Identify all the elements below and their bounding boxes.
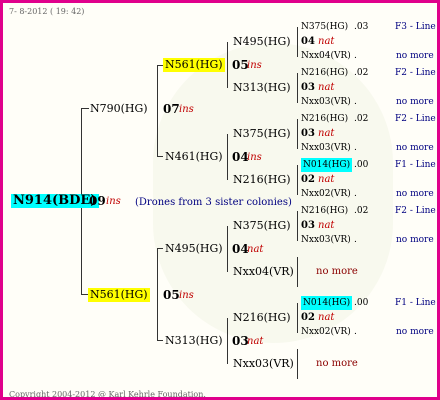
gen3-node-1[interactable]: N313(HG) [233, 81, 291, 95]
gen4-sire-5[interactable]: N014(HG) [301, 296, 353, 310]
gen4-year-3: 02 [301, 174, 315, 185]
gen4-line2-2: no more [396, 143, 434, 153]
gen4-line2-4: no more [396, 235, 434, 245]
gen4-qual-2: nat [318, 128, 335, 139]
gen4-year-4: 03 [301, 220, 315, 231]
gen4-line2-5: no more [396, 327, 434, 337]
gen3-node-6[interactable]: N216(HG) [233, 311, 291, 325]
gen4-qual-0: nat [318, 36, 335, 47]
gen4-line1-0: F3 - Line [395, 22, 436, 32]
gen4-dam-yr-5: . [354, 327, 357, 337]
gen4-dam-3[interactable]: Nxx02(VR) [301, 187, 351, 201]
gen4-dam-2[interactable]: Nxx03(VR) [301, 141, 351, 155]
gen4-line1-2: F2 - Line [395, 114, 436, 124]
gen4-line2-1: no more [396, 97, 434, 107]
gen1-qual-0: ins [179, 104, 194, 115]
gen4-line2-0: no more [396, 51, 434, 61]
gen4-sire-yr-3: .00 [354, 160, 369, 170]
gen4-sire-yr-2: .02 [354, 114, 369, 124]
gen2-node-2[interactable]: N495(HG) [165, 242, 223, 256]
gen3-node-3[interactable]: N216(HG) [233, 173, 291, 187]
gen2-qual-3: nat [247, 336, 264, 347]
gen2-qual-0: ins [247, 60, 262, 71]
gen1-year-1: 05 [163, 288, 180, 302]
gen4-dam-yr-0: . [354, 51, 357, 61]
gen4-qual-4: nat [318, 220, 335, 231]
gen2-qual-2: nat [247, 244, 264, 255]
gen4-qual-1: nat [318, 82, 335, 93]
gen3-node-2[interactable]: N375(HG) [233, 127, 291, 141]
date-stamp: 7- 8-2012 ( 19: 42) [9, 7, 85, 16]
gen4-dam-5[interactable]: Nxx02(VR) [301, 325, 351, 339]
gen4-sire-4[interactable]: N216(HG) [301, 204, 348, 218]
copyright-text: Copyright 2004-2012 @ Karl Kehrle Founda… [9, 390, 206, 399]
gen2-qual-1: ins [247, 152, 262, 163]
nomore-1: no more [316, 358, 358, 369]
gen4-sire-yr-1: .02 [354, 68, 369, 78]
gen4-sire-1[interactable]: N216(HG) [301, 66, 348, 80]
gen3-node-0[interactable]: N495(HG) [233, 35, 291, 49]
gen1-node-0[interactable]: N790(HG) [90, 102, 148, 116]
gen4-year-2: 03 [301, 128, 315, 139]
gen4-line2-3: no more [396, 189, 434, 199]
gen4-sire-yr-0: .03 [354, 22, 369, 32]
gen1-node-1[interactable]: N561(HG) [88, 288, 150, 302]
pedigree-frame: 7- 8-2012 ( 19: 42) Copyright 2004-2012 … [0, 0, 440, 400]
gen4-year-0: 04 [301, 36, 315, 47]
gen4-dam-yr-2: . [354, 143, 357, 153]
root-year: 09 [89, 194, 106, 208]
gen4-dam-yr-1: . [354, 97, 357, 107]
gen3-node-4[interactable]: N375(HG) [233, 219, 291, 233]
gen3-node-7[interactable]: Nxx03(VR) [233, 357, 294, 371]
root-qual: ins [106, 196, 121, 207]
gen4-dam-1[interactable]: Nxx03(VR) [301, 95, 351, 109]
gen4-dam-4[interactable]: Nxx03(VR) [301, 233, 351, 247]
gen4-year-5: 02 [301, 312, 315, 323]
gen4-sire-yr-4: .02 [354, 206, 369, 216]
gen4-line1-5: F1 - Line [395, 298, 436, 308]
gen1-qual-1: ins [179, 290, 194, 301]
gen2-node-1[interactable]: N461(HG) [165, 150, 223, 164]
gen2-node-3[interactable]: N313(HG) [165, 334, 223, 348]
gen4-line1-4: F2 - Line [395, 206, 436, 216]
gen1-year-0: 07 [163, 102, 180, 116]
gen4-year-1: 03 [301, 82, 315, 93]
gen4-dam-0[interactable]: Nxx04(VR) [301, 49, 351, 63]
gen4-sire-3[interactable]: N014(HG) [301, 158, 353, 172]
gen4-sire-2[interactable]: N216(HG) [301, 112, 348, 126]
root-queen-id[interactable]: N914(BDE) [11, 194, 99, 208]
gen4-dam-yr-4: . [354, 235, 357, 245]
gen4-sire-yr-5: .00 [354, 298, 369, 308]
gen4-sire-0[interactable]: N375(HG) [301, 20, 348, 34]
gen4-qual-5: nat [318, 312, 335, 323]
gen3-node-5[interactable]: Nxx04(VR) [233, 265, 294, 279]
nomore-0: no more [316, 266, 358, 277]
gen4-line1-3: F1 - Line [395, 160, 436, 170]
gen4-line1-1: F2 - Line [395, 68, 436, 78]
gen4-dam-yr-3: . [354, 189, 357, 199]
gen2-node-0[interactable]: N561(HG) [163, 58, 225, 72]
drone-note: (Drones from 3 sister colonies) [135, 197, 292, 208]
gen4-qual-3: nat [318, 174, 335, 185]
